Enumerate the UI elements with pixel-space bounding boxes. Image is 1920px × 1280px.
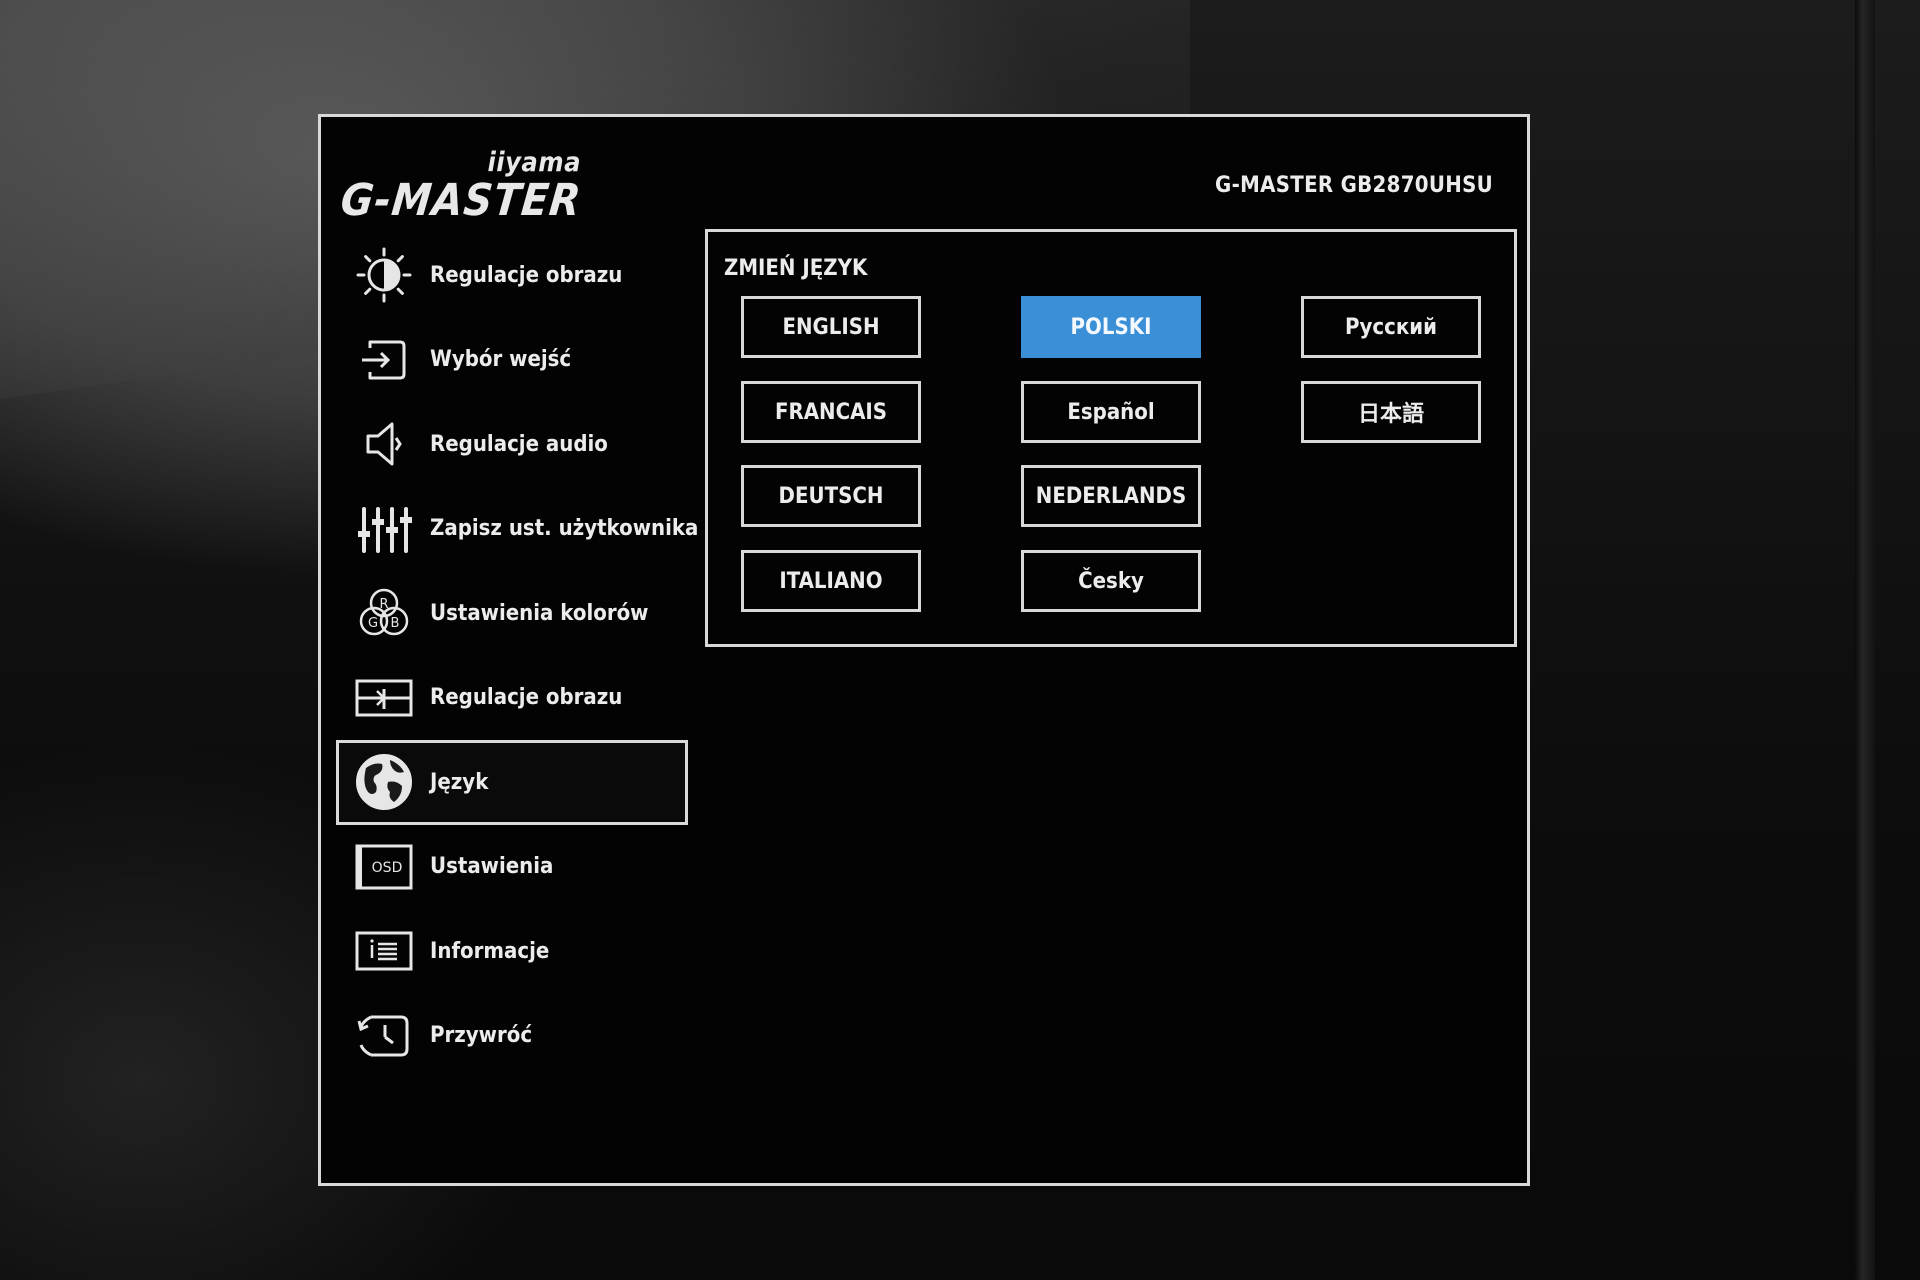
brand-main-logo: G-MASTER: [338, 175, 584, 226]
brand-logo: iiyama G-MASTER: [338, 139, 611, 226]
image-adjust-icon: [352, 666, 416, 730]
osd-icon: OSD: [352, 835, 416, 899]
sidebar-item-save-user-settings[interactable]: Zapisz ust. użytkownika: [336, 487, 698, 572]
sidebar-item-label: Ustawienia kolorów: [430, 600, 649, 626]
sidebar-item-label: Regulacje obrazu: [430, 685, 623, 711]
language-option-deutsch[interactable]: DEUTSCH: [741, 465, 921, 527]
language-option-cesky[interactable]: Česky: [1021, 550, 1201, 612]
sidebar-item-image-adjust[interactable]: Regulacje obrazu: [336, 656, 688, 741]
sidebar-item-information[interactable]: Informacje: [336, 909, 688, 994]
language-option-japanese[interactable]: 日本語: [1301, 381, 1481, 443]
monitor-bezel: [1855, 0, 1875, 1280]
language-option-russian[interactable]: Русский: [1301, 296, 1481, 358]
sidebar-item-input-select[interactable]: Wybór wejść: [336, 318, 688, 403]
sidebar-item-audio[interactable]: Regulacje audio: [336, 402, 688, 487]
sidebar-item-label: Ustawienia: [430, 854, 554, 880]
sidebar-item-label: Informacje: [430, 938, 550, 964]
input-select-icon: [352, 328, 416, 392]
sidebar-menu: Regulacje obrazu Wybór wejść Regulacje a…: [336, 233, 698, 1079]
rgb-icon: R G B: [352, 581, 416, 645]
osd-menu: iiyama G-MASTER G-MASTER GB2870UHSU Regu…: [318, 114, 1530, 1186]
language-option-english[interactable]: ENGLISH: [741, 296, 921, 358]
info-icon: [352, 919, 416, 983]
sidebar-item-label: Regulacje audio: [430, 431, 608, 457]
rgb-letter-b: B: [391, 616, 400, 631]
sidebar-item-label: Zapisz ust. użytkownika: [430, 516, 699, 542]
language-option-polski[interactable]: POLSKI: [1021, 296, 1201, 358]
sidebar-item-label: Wybór wejść: [430, 347, 572, 373]
panel-title: ZMIEŃ JĘZYK: [724, 256, 868, 281]
osd-icon-label: OSD: [372, 860, 403, 876]
sidebar-item-label: Język: [430, 769, 489, 795]
sliders-icon: [352, 497, 416, 561]
model-name: G-MASTER GB2870UHSU: [1215, 173, 1493, 198]
sidebar-item-color-settings[interactable]: R G B Ustawienia kolorów: [336, 571, 688, 656]
rgb-letter-r: R: [379, 597, 388, 612]
sidebar-item-reset[interactable]: Przywróć: [336, 994, 688, 1079]
language-option-espanol[interactable]: Español: [1021, 381, 1201, 443]
sidebar-item-label: Przywróć: [430, 1023, 533, 1049]
reset-clock-icon: [352, 1004, 416, 1068]
language-option-francais[interactable]: FRANCAIS: [741, 381, 921, 443]
sidebar-item-picture-adjust[interactable]: Regulacje obrazu: [336, 233, 688, 318]
brightness-icon: [352, 243, 416, 307]
rgb-letter-g: G: [368, 616, 378, 631]
language-panel: ZMIEŃ JĘZYK ENGLISH POLSKI Русский FRANC…: [705, 229, 1517, 647]
speaker-icon: [352, 412, 416, 476]
sidebar-item-language[interactable]: Język: [336, 740, 688, 825]
language-option-nederlands[interactable]: NEDERLANDS: [1021, 465, 1201, 527]
globe-icon: [352, 750, 416, 814]
language-option-italiano[interactable]: ITALIANO: [741, 550, 921, 612]
sidebar-item-label: Regulacje obrazu: [430, 262, 623, 288]
sidebar-item-settings[interactable]: OSD Ustawienia: [336, 825, 688, 910]
brand-sub-logo: iiyama: [487, 147, 581, 178]
